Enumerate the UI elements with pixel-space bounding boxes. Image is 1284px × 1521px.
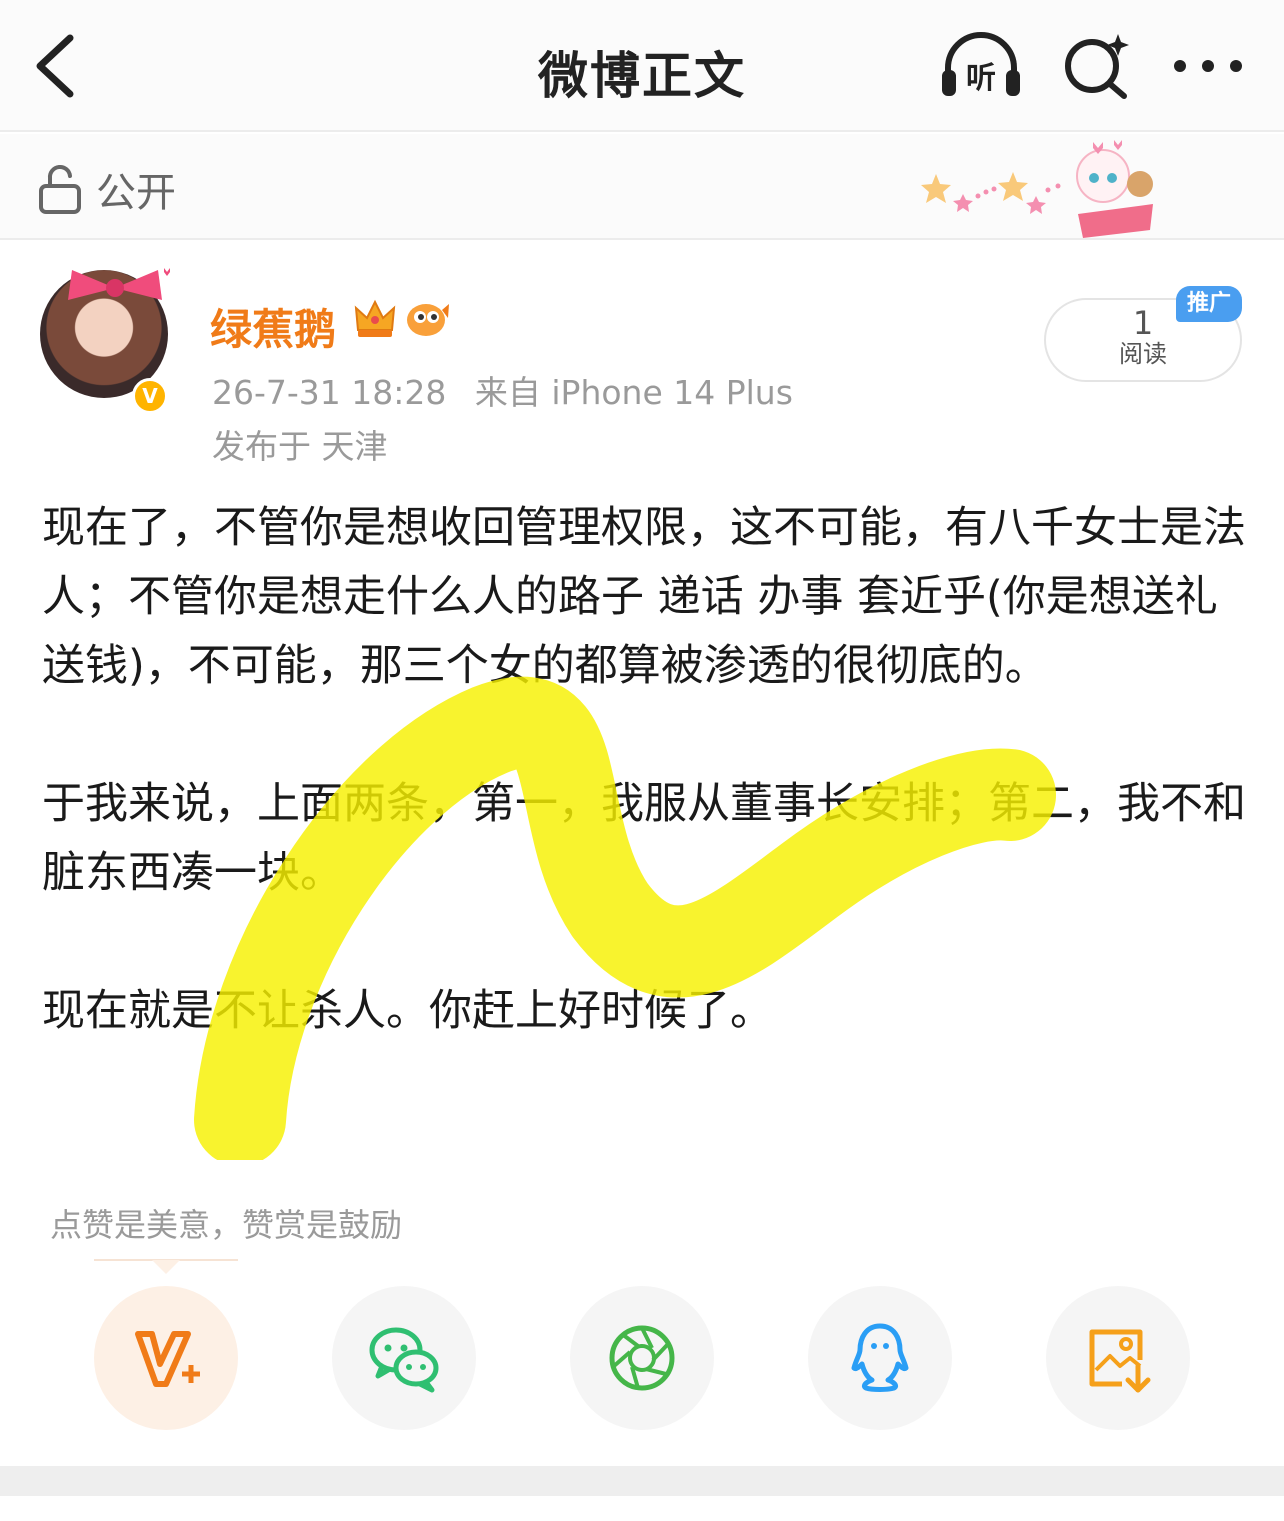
listen-button[interactable]: 听 <box>938 30 1024 100</box>
aperture-icon <box>609 1325 675 1391</box>
post-timestamp: 26-7-31 18:28 <box>212 373 447 412</box>
save-image-button[interactable] <box>1046 1286 1190 1430</box>
qq-penguin-icon <box>851 1323 909 1392</box>
decoration-sticker <box>921 140 1153 238</box>
author-name[interactable]: 绿蕉鹅 <box>210 296 336 357</box>
crown-icon[interactable] <box>352 296 398 342</box>
listen-label: 听 <box>966 61 996 96</box>
vplus-button[interactable] <box>94 1286 238 1430</box>
post-source: 来自 iPhone 14 Plus <box>474 373 793 412</box>
moments-share-button[interactable] <box>570 1286 714 1430</box>
post-body: 现在了，不管你是想收回管理权限，这不可能，有八千女士是法人；不管你是想走什么人的… <box>42 494 1252 1046</box>
vplus-icon <box>135 1331 200 1387</box>
unlock-icon <box>39 165 81 214</box>
verified-badge: V <box>132 378 168 414</box>
wechat-icon <box>369 1327 439 1393</box>
visibility-bar: 公开 <box>0 134 1284 240</box>
nav-bar: 微博正文 听 <box>0 0 1284 132</box>
visibility-label: 公开 <box>96 170 176 216</box>
post-meta: 26-7-31 18:28 来自 iPhone 14 Plus <box>212 366 811 414</box>
post-paragraph: 于我来说，上面两条，第一，我服从董事长安排；第二，我不和脏东西凑一块。 <box>42 779 1246 898</box>
promote-badge[interactable]: 推广 <box>1176 286 1242 322</box>
qq-share-button[interactable] <box>808 1286 952 1430</box>
more-dots-icon[interactable] <box>1172 48 1244 84</box>
wechat-share-button[interactable] <box>332 1286 476 1430</box>
reward-pointer <box>94 1259 238 1274</box>
bow-icon <box>68 268 170 300</box>
read-label: 阅读 <box>1119 340 1167 368</box>
post-paragraph: 现在就是不让杀人。你赶上好时候了。 <box>42 986 773 1036</box>
author-header: V 绿蕉鹅 26-7-31 18:28 来自 iPhone 14 Plus 发布… <box>0 242 1284 472</box>
post-paragraph: 现在了，不管你是想收回管理权限，这不可能，有八千女士是法人；不管你是想走什么人的… <box>42 503 1246 691</box>
share-row <box>0 1286 1284 1432</box>
section-divider <box>0 1466 1284 1496</box>
reward-text: 点赞是美意，赞赏是鼓励 <box>50 1206 403 1244</box>
fish-icon[interactable] <box>402 298 450 340</box>
search-sparkle-icon[interactable] <box>1060 30 1132 102</box>
headphones-icon: 听 <box>942 32 1020 96</box>
save-image-icon <box>1089 1329 1151 1393</box>
post-location: 发布于 天津 <box>212 427 388 466</box>
